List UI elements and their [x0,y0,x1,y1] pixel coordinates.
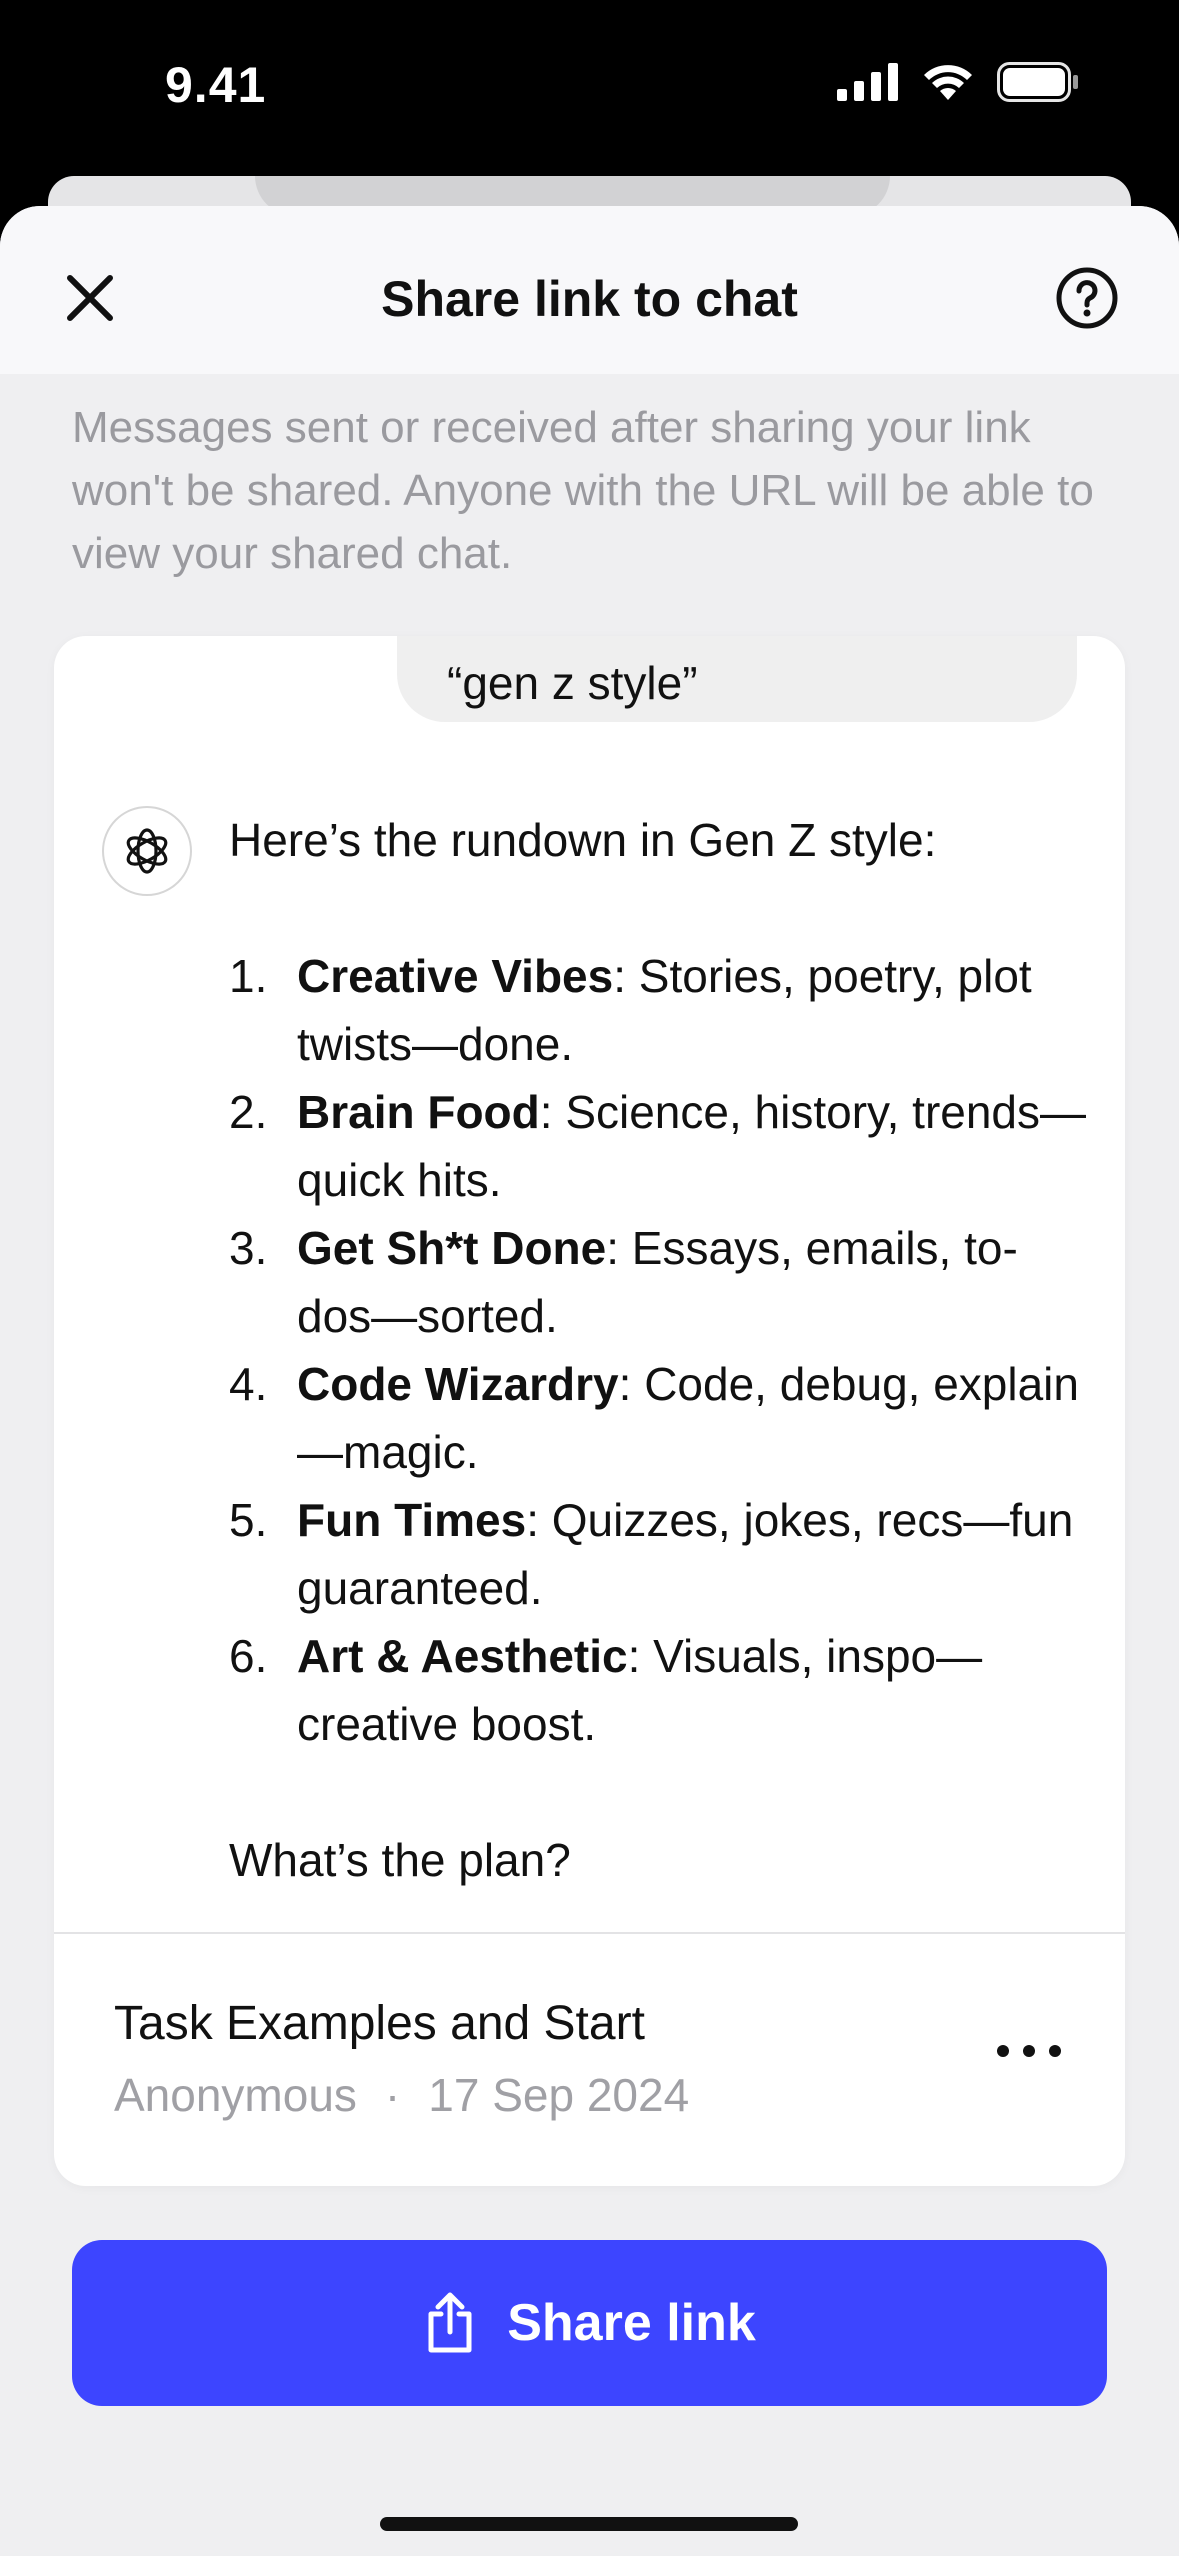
chat-date: 17 Sep 2024 [428,2069,690,2121]
user-message-text: “gen z style” [447,657,698,709]
assistant-list: 1. Creative Vibes: Stories, poetry, plot… [229,942,1089,1758]
sheet-header: Share link to chat [0,206,1179,374]
status-bar: 9.41 [0,0,1179,180]
list-item: 1. Creative Vibes: Stories, poetry, plot… [229,942,1089,1078]
list-item-number: 5. [229,1494,268,1546]
share-sheet: Share link to chat Messages sent or rece… [0,206,1179,2556]
list-item-number: 3. [229,1222,268,1274]
list-item-number: 1. [229,950,268,1002]
more-options-button[interactable] [993,2036,1065,2066]
list-item-title: Fun Times [297,1494,527,1546]
assistant-message: Here’s the rundown in Gen Z style: 1. Cr… [229,806,1089,1894]
assistant-avatar [102,806,192,896]
chat-meta: Anonymous · 17 Sep 2024 [114,2068,689,2122]
more-horizontal-icon [997,2045,1061,2057]
list-item-title: Brain Food [297,1086,540,1138]
assistant-intro: Here’s the rundown in Gen Z style: [229,814,937,866]
list-item-number: 2. [229,1086,268,1138]
list-item: 4. Code Wizardry: Code, debug, explain—m… [229,1350,1089,1486]
help-button[interactable] [1055,266,1119,330]
list-item-title: Art & Aesthetic [297,1630,628,1682]
list-item: 3. Get Sh*t Done: Essays, emails, to-dos… [229,1214,1089,1350]
meta-separator: · [384,2069,401,2121]
list-item-number: 4. [229,1358,268,1410]
share-link-button[interactable]: Share link [72,2240,1107,2406]
openai-logo-icon [126,828,168,874]
chat-title: Task Examples and Start [114,1997,645,2050]
list-item-title: Creative Vibes [297,950,614,1002]
share-icon [428,2292,472,2353]
sheet-title: Share link to chat [381,271,798,327]
assistant-outro: What’s the plan? [229,1834,571,1886]
user-message-bubble: “gen z style” [397,636,1077,722]
status-time: 9.41 [165,57,267,113]
list-item: 2. Brain Food: Science, history, trends—… [229,1078,1089,1214]
list-item: 5. Fun Times: Quizzes, jokes, recs—fun g… [229,1486,1089,1622]
list-item: 6. Art & Aesthetic: Visuals, inspo—creat… [229,1622,1089,1758]
card-divider [54,1932,1125,1934]
share-description: Messages sent or received after sharing … [72,403,1094,578]
help-icon [1056,267,1118,329]
list-item-title: Get Sh*t Done [297,1222,607,1274]
share-link-label: Share link [507,2294,756,2352]
list-item-title: Code Wizardry [297,1358,619,1410]
home-indicator [380,2517,798,2531]
cellular-signal-icon [837,63,898,101]
status-icons [837,62,1079,102]
wifi-icon [924,65,972,100]
battery-icon [997,62,1078,102]
list-item-number: 6. [229,1630,268,1682]
chat-preview-card: “gen z style” Here’s the rundown in Gen … [54,636,1125,2186]
chat-author: Anonymous [114,2069,357,2121]
